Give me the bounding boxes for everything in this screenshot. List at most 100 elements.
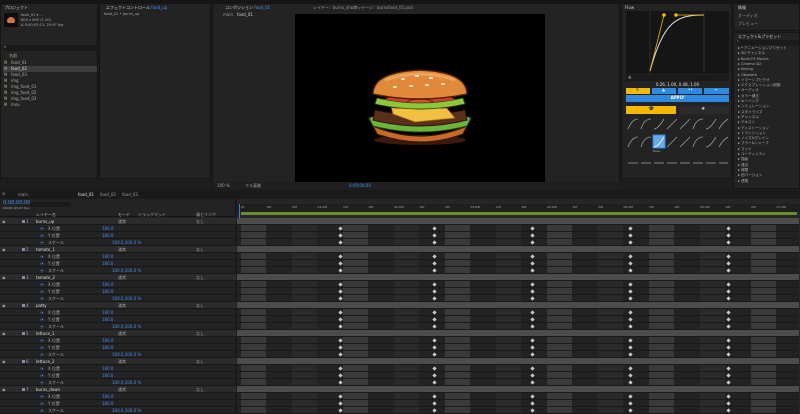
apply-button[interactable]: APPLY xyxy=(626,95,729,102)
keyframe[interactable] xyxy=(432,394,437,399)
property-row[interactable]: ◔ スケール 100.0,100.0 % xyxy=(0,295,236,302)
layer-duration-bar[interactable] xyxy=(237,330,799,337)
property-value[interactable]: 180.0 xyxy=(102,338,113,343)
effects-list-item[interactable]: ▸ 旧バージョン xyxy=(738,173,762,178)
flow-mode-button-2[interactable]: •• xyxy=(678,87,702,94)
keyframe[interactable] xyxy=(726,268,731,273)
property-row[interactable]: ◔ Y 位置 180.0 xyxy=(0,260,236,267)
flow-preset-tab-grad[interactable]: 🎓 xyxy=(626,106,676,114)
property-row[interactable]: ◔ X 位置 180.0 xyxy=(0,309,236,316)
keyframe[interactable] xyxy=(726,310,731,315)
keyframe[interactable] xyxy=(432,324,437,329)
tab-project[interactable]: プロジェクト xyxy=(4,5,28,11)
stopwatch-icon[interactable]: ◔ xyxy=(40,366,44,371)
timeline-tab-food01[interactable]: food_01 xyxy=(78,192,94,197)
keyframe[interactable] xyxy=(726,296,731,301)
effects-list-item[interactable]: ▸ キーイング xyxy=(738,99,759,104)
keyframe[interactable] xyxy=(726,317,731,322)
effects-list-item[interactable]: ▸ 透視 xyxy=(738,179,748,184)
keyframe[interactable] xyxy=(726,240,731,245)
timeline-tab-main[interactable]: main xyxy=(18,192,28,197)
keyframe[interactable] xyxy=(726,345,731,350)
property-value[interactable]: 100.0,100.0 % xyxy=(112,380,141,385)
keyframe[interactable] xyxy=(530,366,535,371)
stopwatch-icon[interactable]: ◔ xyxy=(40,352,44,357)
property-value[interactable]: 100.0,100.0 % xyxy=(112,352,141,357)
keyframe[interactable] xyxy=(628,289,633,294)
stopwatch-icon[interactable]: ◔ xyxy=(40,394,44,399)
keyframe[interactable] xyxy=(628,380,633,385)
stopwatch-icon[interactable]: ◔ xyxy=(40,373,44,378)
property-row[interactable]: ◔ X 位置 180.0 xyxy=(0,393,236,400)
flow-key-button[interactable]: ✎ xyxy=(626,87,650,94)
stopwatch-icon[interactable]: ◔ xyxy=(40,408,44,413)
effects-list-item[interactable]: ▸ シミュレーション xyxy=(738,104,770,109)
keyframe[interactable] xyxy=(432,268,437,273)
timeline-tab-food03[interactable]: food_03 xyxy=(122,192,138,197)
stopwatch-icon[interactable]: ◔ xyxy=(40,282,44,287)
stopwatch-icon[interactable]: ◔ xyxy=(40,380,44,385)
stopwatch-icon[interactable]: ◔ xyxy=(40,401,44,406)
stopwatch-icon[interactable]: ◔ xyxy=(40,345,44,350)
keyframe[interactable] xyxy=(628,268,633,273)
property-row[interactable]: ◔ スケール 100.0,100.0 % xyxy=(0,379,236,386)
stopwatch-icon[interactable]: ◔ xyxy=(40,324,44,329)
stopwatch-icon[interactable]: ◔ xyxy=(40,289,44,294)
flow-curve-editor[interactable] xyxy=(626,11,729,74)
property-row[interactable]: ◔ スケール 100.0,100.0 % xyxy=(0,351,236,358)
keyframe[interactable] xyxy=(628,226,633,231)
keyframe[interactable] xyxy=(628,338,633,343)
layer-row[interactable]: ◉ 2 tomato_1 通常 なし xyxy=(0,246,236,253)
keyframe[interactable] xyxy=(530,289,535,294)
keyframe[interactable] xyxy=(628,310,633,315)
stopwatch-icon[interactable]: ◔ xyxy=(40,226,44,231)
keyframe[interactable] xyxy=(628,352,633,357)
property-row[interactable]: ◔ Y 位置 180.0 xyxy=(0,400,236,407)
property-value[interactable]: 180.0 xyxy=(102,366,113,371)
keyframe[interactable] xyxy=(432,240,437,245)
keyframe[interactable] xyxy=(432,310,437,315)
effects-list-item[interactable]: ▸ テキスト xyxy=(738,120,755,125)
keyframe[interactable] xyxy=(628,261,633,266)
eye-icon[interactable]: ◉ xyxy=(2,387,6,392)
keyframe[interactable] xyxy=(628,324,633,329)
property-value[interactable]: 180.0 xyxy=(102,317,113,322)
layer-row[interactable]: ◉ 7 burns_down 通常 なし xyxy=(0,386,236,393)
property-row[interactable]: ◔ X 位置 180.0 xyxy=(0,337,236,344)
keyframe[interactable] xyxy=(530,254,535,259)
keyframe[interactable] xyxy=(530,268,535,273)
stopwatch-icon[interactable]: ◔ xyxy=(40,268,44,273)
keyframe[interactable] xyxy=(338,289,343,294)
keyframe[interactable] xyxy=(338,401,343,406)
effects-list-item[interactable]: ▸ マット xyxy=(738,147,752,152)
keyframe[interactable] xyxy=(628,240,633,245)
project-list-item[interactable]: ▤ mov xyxy=(3,102,97,108)
keyframe[interactable] xyxy=(726,289,731,294)
keyframe[interactable] xyxy=(628,233,633,238)
keyframe[interactable] xyxy=(726,408,731,413)
keyframe[interactable] xyxy=(628,366,633,371)
keyframe[interactable] xyxy=(726,254,731,259)
keyframe[interactable] xyxy=(628,394,633,399)
layer-duration-bar[interactable] xyxy=(237,246,799,253)
property-value[interactable]: 100.0,100.0 % xyxy=(112,240,141,245)
property-row[interactable]: ◔ Y 位置 180.0 xyxy=(0,344,236,351)
stopwatch-icon[interactable]: ◔ xyxy=(40,310,44,315)
keyframe[interactable] xyxy=(628,296,633,301)
keyframe[interactable] xyxy=(338,338,343,343)
layer-duration-bar[interactable] xyxy=(237,302,799,309)
effects-list-item[interactable]: ▸ カラー補正 xyxy=(738,94,759,99)
effects-list-item[interactable]: ▸ Keying xyxy=(738,67,753,71)
tab-composition[interactable]: コンポジション food_01 xyxy=(225,5,270,11)
effects-list-item[interactable]: ▸ スタイライズ xyxy=(738,110,762,115)
keyframe[interactable] xyxy=(628,401,633,406)
stopwatch-icon[interactable]: ◔ xyxy=(40,240,44,245)
layer-duration-bar[interactable] xyxy=(237,358,799,365)
property-row[interactable]: ◔ スケール 100.0,100.0 % xyxy=(0,239,236,246)
keyframe[interactable] xyxy=(530,401,535,406)
keyframe[interactable] xyxy=(338,324,343,329)
eye-icon[interactable]: ◉ xyxy=(2,359,6,364)
eye-icon[interactable]: ◉ xyxy=(2,219,6,224)
property-row[interactable]: ◔ スケール 100.0,100.0 % xyxy=(0,407,236,414)
keyframe[interactable] xyxy=(530,233,535,238)
